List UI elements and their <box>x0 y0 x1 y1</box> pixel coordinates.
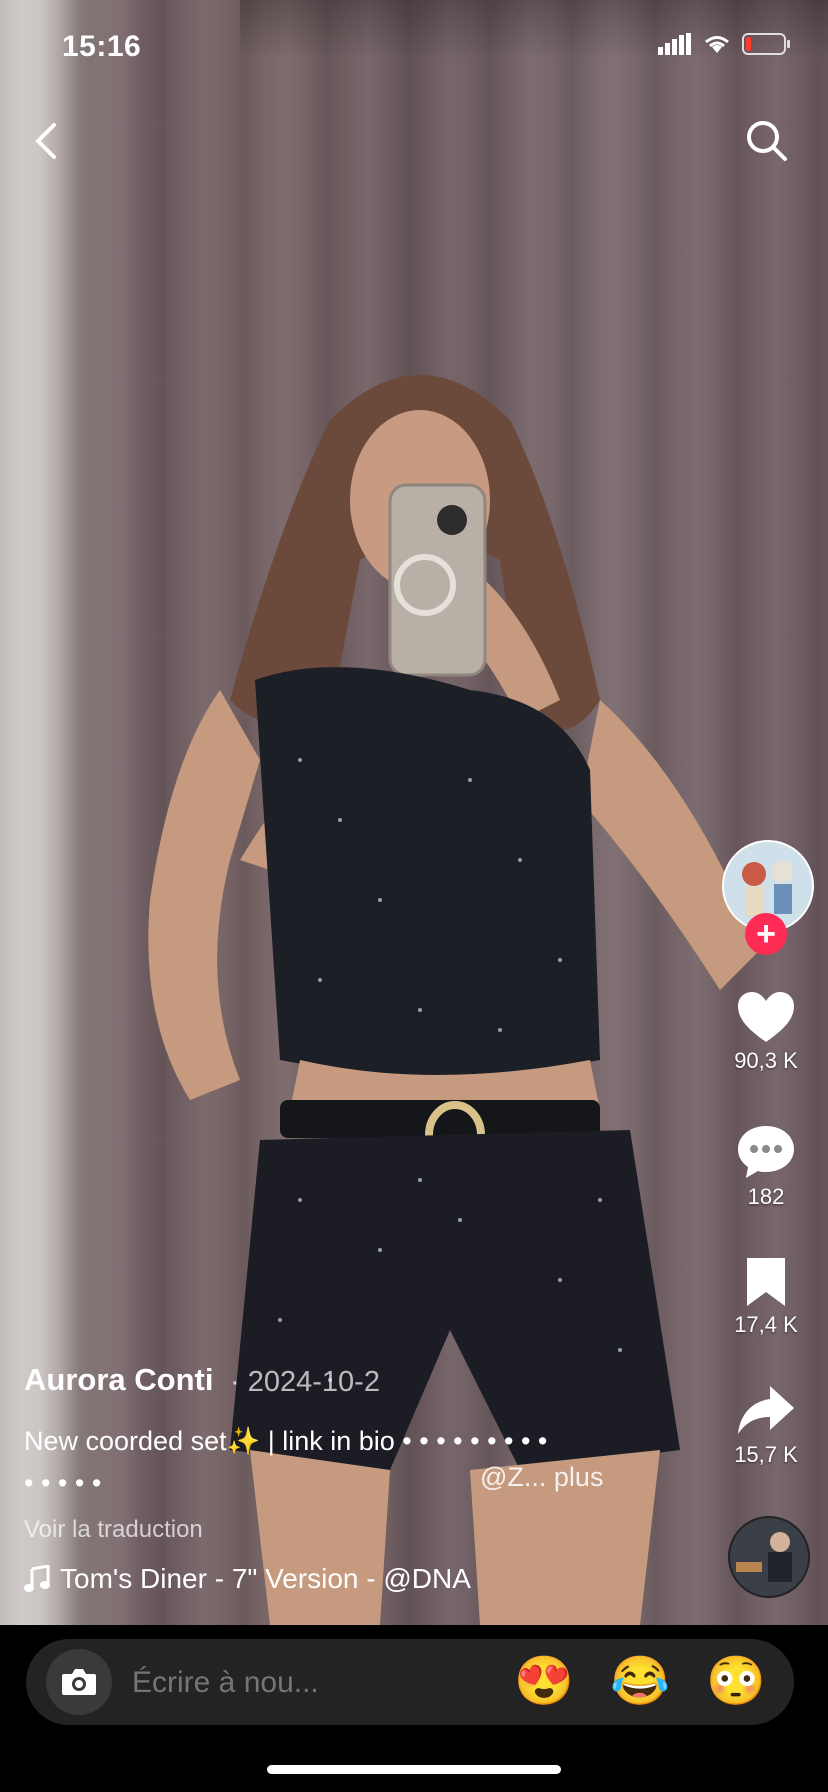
back-button[interactable] <box>22 118 68 164</box>
heart-icon <box>738 992 794 1042</box>
translate-link[interactable]: Voir la traduction <box>24 1516 203 1544</box>
author-name[interactable]: Aurora Conti <box>24 1362 213 1398</box>
status-icons <box>658 32 792 56</box>
share-button[interactable]: 15,7 K <box>721 1384 811 1468</box>
wifi-icon <box>705 36 729 53</box>
bookmark-icon <box>747 1258 785 1306</box>
comment-bubble-icon <box>738 1126 794 1178</box>
date-text: 2024-10-2 <box>247 1366 380 1398</box>
battery-icon <box>742 33 790 55</box>
music-note-icon <box>24 1565 50 1592</box>
caption-more-link[interactable]: @Z... plus <box>480 1462 603 1493</box>
camera-icon <box>62 1669 96 1695</box>
emoji-heart-eyes-button[interactable]: 😍 <box>514 1653 574 1711</box>
post-date: · 2024-10-2 <box>230 1366 380 1399</box>
comment-count: 182 <box>747 1184 785 1209</box>
caption-line-1: New coorded set✨ | link in bio • • • • •… <box>24 1426 548 1456</box>
like-button[interactable]: 90,3 K <box>721 990 811 1074</box>
cellular-signal-icon <box>658 33 691 55</box>
home-indicator <box>267 1765 561 1774</box>
chevron-left-icon <box>35 123 56 159</box>
music-disc-image <box>730 1518 808 1596</box>
search-button[interactable] <box>742 116 792 166</box>
search-icon <box>747 121 787 161</box>
emoji-flushed-button[interactable]: 😳 <box>706 1653 766 1711</box>
comment-pill: 😍 😂 😳 <box>26 1639 794 1725</box>
share-arrow-icon <box>738 1386 794 1434</box>
music-title: Tom's Diner - 7" Version - @DNA <box>60 1563 471 1594</box>
save-button[interactable]: 17,4 K <box>721 1256 811 1338</box>
save-count: 17,4 K <box>734 1312 798 1337</box>
music-info[interactable]: Tom's Diner - 7" Version - @DNA <box>24 1563 471 1595</box>
emoji-tears-of-joy-button[interactable]: 😂 <box>610 1653 670 1711</box>
share-count: 15,7 K <box>734 1442 798 1467</box>
music-disc[interactable] <box>728 1516 810 1598</box>
camera-button[interactable] <box>46 1649 112 1715</box>
follow-button[interactable]: + <box>745 913 787 955</box>
date-separator: · <box>230 1366 240 1398</box>
status-time: 15:16 <box>62 30 142 63</box>
comment-bar: 😍 😂 😳 <box>0 1625 828 1792</box>
plus-icon: + <box>756 915 776 953</box>
like-count: 90,3 K <box>734 1048 798 1073</box>
comment-button[interactable]: 182 <box>721 1124 811 1210</box>
comment-input[interactable] <box>130 1663 494 1703</box>
